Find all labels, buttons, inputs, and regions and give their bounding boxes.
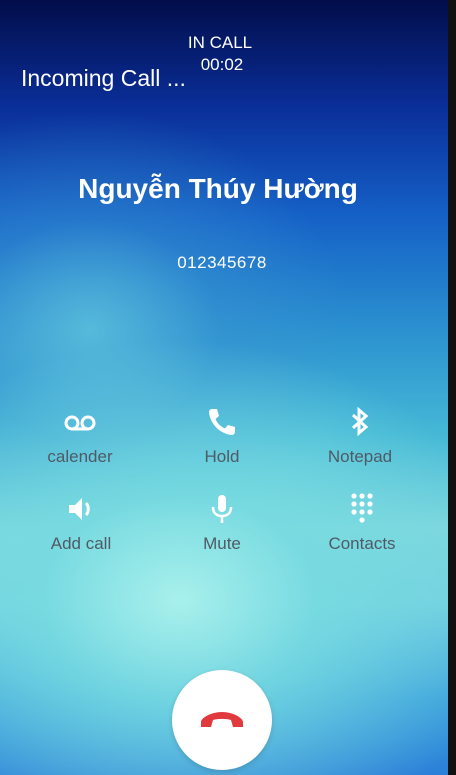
end-call-button[interactable] [172, 670, 272, 770]
hold-label: Hold [204, 447, 240, 466]
mute-label: Mute [203, 534, 241, 553]
caller-name: Nguyễn Thúy Hường [78, 173, 358, 204]
add-call-button[interactable]: Add call [31, 492, 131, 562]
contacts-label: Contacts [328, 534, 396, 553]
add-call-label: Add call [50, 534, 112, 553]
contacts-button[interactable]: Contacts [297, 492, 427, 562]
voicemail-icon [64, 415, 96, 431]
calender-button[interactable]: calender [15, 405, 145, 475]
calender-label: calender [47, 447, 113, 466]
call-state-label: IN CALL [187, 33, 253, 52]
hold-button[interactable]: Hold [157, 405, 287, 475]
hang-up-icon [201, 712, 243, 727]
phone-icon [209, 409, 235, 435]
caller-number: 012345678 [177, 253, 267, 272]
notepad-label: Notepad [327, 447, 393, 466]
bluetooth-icon [351, 406, 369, 437]
call-screen: IN CALL 00:02 Incoming Call ... Nguyễn T… [0, 0, 448, 775]
screen-edge [448, 0, 456, 775]
speaker-icon [69, 498, 90, 520]
incoming-call-label: Incoming Call ... [21, 65, 186, 91]
dialpad-icon [351, 493, 373, 523]
microphone-icon [211, 495, 233, 523]
notepad-button[interactable]: Notepad [295, 405, 425, 475]
mute-button[interactable]: Mute [157, 492, 287, 562]
